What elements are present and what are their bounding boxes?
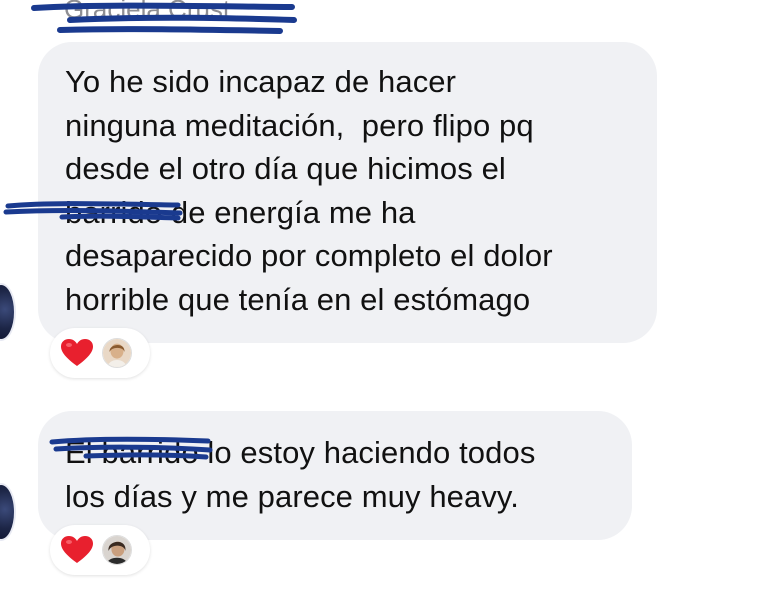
message-line: ninguna meditación, pero flipo pq bbox=[65, 107, 534, 143]
message-text: El barrido lo estoy haciendo todos los d… bbox=[65, 431, 535, 518]
reactor-avatar[interactable] bbox=[102, 535, 132, 565]
message-text: Yo he sido incapaz de hacer ninguna medi… bbox=[65, 60, 553, 321]
reaction-pill[interactable] bbox=[50, 525, 150, 575]
message-bubble[interactable]: Yo he sido incapaz de hacer ninguna medi… bbox=[38, 42, 657, 343]
heart-icon bbox=[61, 536, 93, 563]
message-bubble[interactable]: El barrido lo estoy haciendo todos los d… bbox=[38, 411, 632, 540]
message-line: los días y me parece muy heavy. bbox=[65, 478, 519, 514]
heart-icon bbox=[61, 339, 93, 366]
reaction-pill[interactable] bbox=[50, 328, 150, 378]
reactor-avatar[interactable] bbox=[102, 338, 132, 368]
message-line: El barrido lo estoy haciendo todos bbox=[65, 435, 536, 470]
chat-screen: Graciela Crust Yo he sido incapaz de hac… bbox=[0, 0, 768, 612]
message-line: Yo he sido incapaz de hacer bbox=[65, 64, 457, 99]
message-line: horrible que tenía en el estómago bbox=[65, 281, 531, 317]
sender-avatar[interactable] bbox=[0, 283, 16, 341]
sender-avatar[interactable] bbox=[0, 483, 16, 541]
message-line: desaparecido por completo el dolor bbox=[65, 238, 553, 273]
sender-name: Graciela Crust bbox=[64, 0, 231, 24]
message-line: barrido de energía me ha bbox=[65, 194, 416, 230]
message-line: desde el otro día que hicimos el bbox=[65, 151, 506, 186]
